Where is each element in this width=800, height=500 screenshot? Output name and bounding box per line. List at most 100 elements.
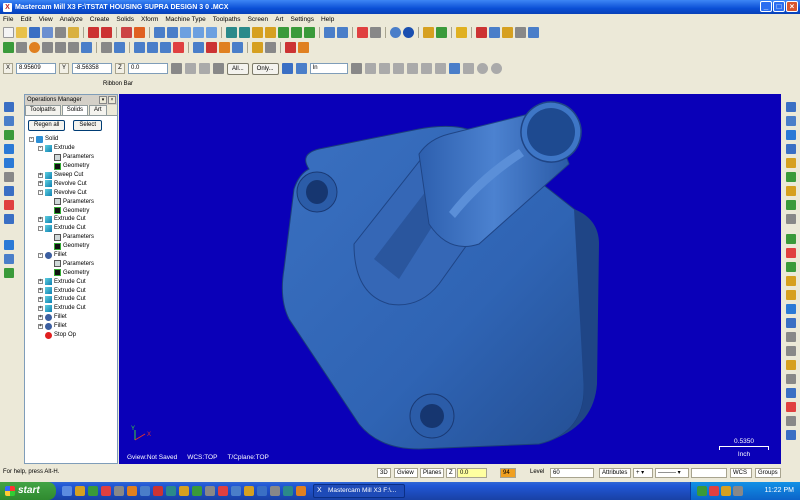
solid-revolve-icon[interactable] — [219, 42, 230, 53]
redo-icon[interactable] — [101, 27, 112, 38]
solid-extrude-icon[interactable] — [206, 42, 217, 53]
op-toggle-icon[interactable] — [4, 240, 14, 250]
face-select-icon[interactable] — [462, 63, 474, 74]
quicklaunch-app-icon-5[interactable] — [153, 486, 163, 496]
tab-toolpaths[interactable]: Toolpaths — [25, 105, 61, 115]
pencil-icon[interactable] — [423, 27, 434, 38]
vector-select-icon[interactable] — [434, 63, 446, 74]
line-width-select[interactable] — [691, 468, 727, 478]
menu-settings[interactable]: Settings — [290, 16, 314, 23]
zoom-window-icon[interactable] — [180, 27, 191, 38]
quicklaunch-app-icon-1[interactable] — [101, 486, 111, 496]
menu-view[interactable]: View — [39, 16, 53, 23]
collapse-icon[interactable]: - — [38, 252, 43, 258]
cursor-help-icon[interactable] — [213, 63, 224, 74]
print-icon[interactable] — [55, 27, 66, 38]
collapse-icon[interactable]: - — [38, 225, 43, 231]
edge-select-icon[interactable] — [490, 63, 502, 74]
front-view-icon[interactable] — [304, 27, 315, 38]
check-icon[interactable] — [436, 27, 447, 38]
tree-node[interactable]: - Extrude Cut — [29, 224, 117, 233]
iso-view-icon[interactable] — [278, 27, 289, 38]
surface-icon[interactable] — [252, 42, 263, 53]
tree-node[interactable]: + Extrude Cut — [29, 277, 117, 286]
mru-icon-1[interactable] — [786, 102, 796, 112]
minimize-button[interactable]: _ — [760, 1, 772, 12]
mru-icon-12[interactable] — [786, 262, 796, 272]
quicklaunch-app-icon-10[interactable] — [218, 486, 228, 496]
tree-node[interactable]: + Fillet — [29, 313, 117, 322]
tree-node[interactable]: Geometry — [29, 268, 117, 277]
op-post-icon[interactable] — [4, 200, 14, 210]
mru-icon-23[interactable] — [786, 416, 796, 426]
menu-toolpaths[interactable]: Toolpaths — [213, 16, 241, 23]
color-swatch[interactable]: 94 — [500, 468, 516, 478]
op-list-icon[interactable] — [4, 158, 14, 168]
tree-node[interactable]: + Fillet — [29, 322, 117, 331]
tab-solids[interactable]: Solids — [61, 105, 89, 115]
rotate-xform-icon[interactable] — [160, 42, 171, 53]
shaded-icon[interactable] — [252, 27, 263, 38]
mru-icon-24[interactable] — [786, 430, 796, 440]
tree-node[interactable]: Geometry — [29, 162, 117, 171]
tree-node[interactable]: Geometry — [29, 206, 117, 215]
op-move-icon[interactable] — [4, 172, 14, 182]
tree-node[interactable]: + Extrude Cut — [29, 295, 117, 304]
expand-icon[interactable]: + — [38, 288, 43, 294]
taskbar-mastercam-item[interactable]: Mastercam Mill X3 F:\... — [313, 484, 405, 498]
collapse-icon[interactable]: - — [29, 136, 34, 142]
op-regen-icon[interactable] — [4, 102, 14, 112]
chain-icon[interactable] — [364, 63, 376, 74]
selection-cursor-icon[interactable] — [350, 63, 362, 74]
fit-icon[interactable] — [154, 27, 165, 38]
scale-icon[interactable] — [173, 42, 184, 53]
autocursor-icon[interactable] — [171, 63, 182, 74]
mru-icon-14[interactable] — [786, 290, 796, 300]
quicklaunch-app-icon-2[interactable] — [114, 486, 124, 496]
maximize-button[interactable]: □ — [773, 1, 785, 12]
menu-solids[interactable]: Solids — [116, 16, 134, 23]
regen-all-button[interactable]: Regen all — [28, 120, 66, 131]
zoom-out-icon[interactable] — [206, 27, 217, 38]
menu-screen[interactable]: Screen — [248, 16, 269, 23]
rotate-icon[interactable] — [337, 27, 348, 38]
mru-icon-10[interactable] — [786, 234, 796, 244]
settings-icon[interactable] — [357, 27, 368, 38]
quicklaunch-app-icon-9[interactable] — [205, 486, 215, 496]
sphere-icon[interactable] — [403, 27, 414, 38]
mru-icon-18[interactable] — [786, 346, 796, 356]
hidden-line-icon[interactable] — [239, 27, 250, 38]
mirror-icon[interactable] — [147, 42, 158, 53]
filter-icon[interactable] — [515, 27, 526, 38]
expand-icon[interactable]: + — [38, 305, 43, 311]
collapse-icon[interactable]: - — [38, 190, 43, 196]
quicklaunch-app-icon-4[interactable] — [140, 486, 150, 496]
expand-icon[interactable]: + — [38, 323, 43, 329]
tree-node[interactable]: + Extrude Cut — [29, 215, 117, 224]
gview-button[interactable]: Gview — [394, 468, 418, 478]
panel-close-icon[interactable]: × — [108, 96, 116, 104]
mru-icon-16[interactable] — [786, 318, 796, 328]
quicklaunch-app-icon-14[interactable] — [270, 486, 280, 496]
dropdown-icon[interactable] — [370, 27, 381, 38]
polygon-select-icon[interactable] — [420, 63, 432, 74]
wcs-button[interactable]: WCS — [730, 468, 752, 478]
offset-icon[interactable] — [193, 42, 204, 53]
mru-icon-7[interactable] — [786, 186, 796, 196]
mru-icon-4[interactable] — [786, 144, 796, 154]
op-backplot-icon[interactable] — [4, 130, 14, 140]
tree-node[interactable]: + Revolve Cut — [29, 179, 117, 188]
mru-icon-19[interactable] — [786, 360, 796, 370]
quicklaunch-app-icon-16[interactable] — [296, 486, 306, 496]
grid-icon[interactable] — [489, 27, 500, 38]
tab-art[interactable]: Art — [89, 105, 107, 115]
point-icon[interactable] — [3, 42, 14, 53]
trim-icon[interactable] — [101, 42, 112, 53]
expand-icon[interactable]: + — [38, 172, 43, 178]
start-button[interactable]: start — [0, 482, 56, 500]
top-view-icon[interactable] — [291, 27, 302, 38]
list-icon[interactable] — [528, 27, 539, 38]
mru-icon-5[interactable] — [786, 158, 796, 168]
fillet-tool-icon[interactable] — [42, 42, 53, 53]
body-select-icon[interactable] — [476, 63, 488, 74]
